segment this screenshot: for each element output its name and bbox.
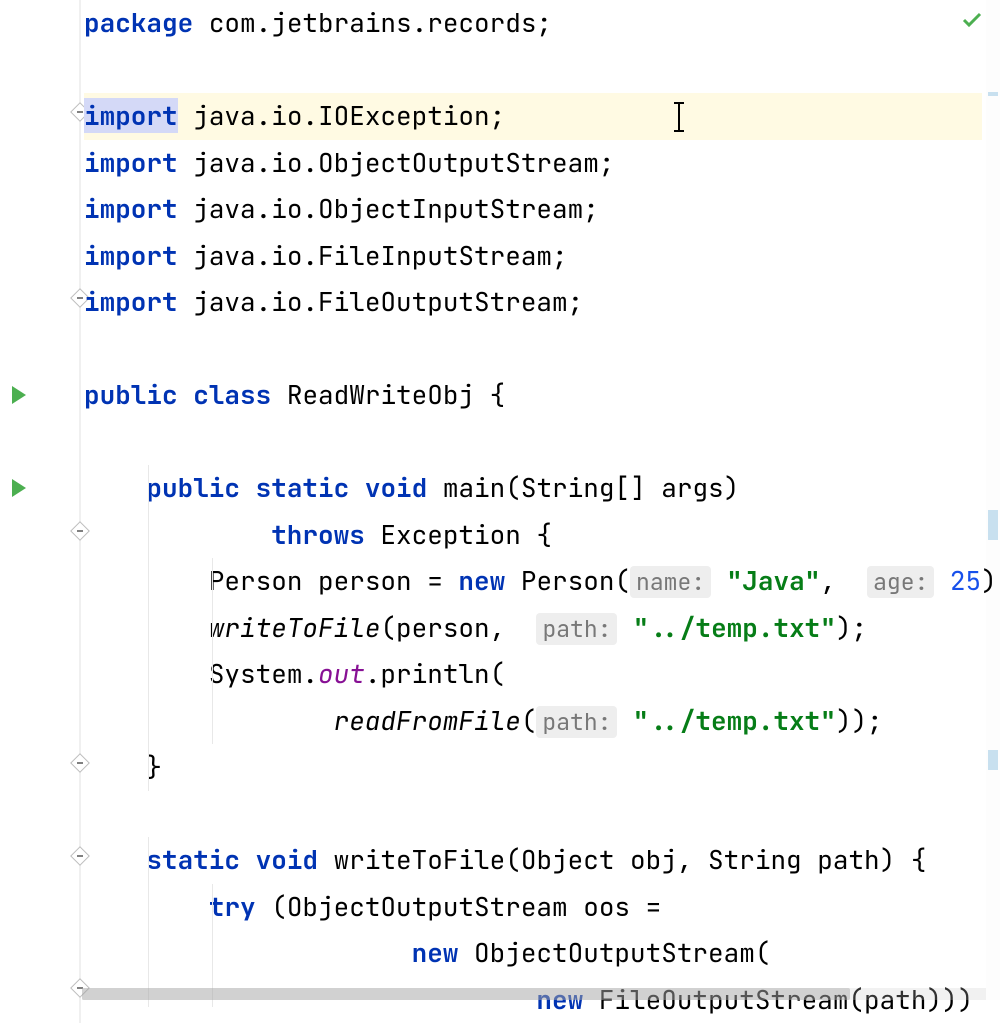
code-line[interactable]: public class ReadWriteObj { [84,372,982,419]
code-line[interactable]: writeToFile(person, path: "../temp.txt")… [84,605,982,652]
string-literal: "Java" [727,563,821,598]
method-main: main(String[] args) [443,470,739,505]
code-line[interactable]: try (ObjectOutputStream oos = [84,884,982,931]
method-call: readFromFile [334,703,521,738]
string-literal: "../temp.txt" [633,610,836,645]
code-line[interactable] [84,791,982,838]
scroll-marker [988,510,998,540]
code-content[interactable]: package com.jetbrains.records; import ja… [84,0,982,1000]
method-call: writeToFile [209,610,381,645]
import-target: java.io.IOException [193,98,489,133]
run-gutter-icon[interactable] [12,386,26,404]
keyword-import: import [84,98,178,133]
parameter-hint: path: [536,706,617,738]
method-decl: writeToFile(Object obj, String path) { [334,842,927,877]
class-name: ReadWriteObj [287,377,474,412]
scrollbar-horizontal[interactable] [82,988,986,1000]
parameter-hint: path: [536,613,617,645]
scroll-marker [988,92,998,96]
keyword-package: package [84,5,193,40]
code-line[interactable]: Person person = new Person(name: "Java",… [84,558,982,605]
code-line[interactable]: import java.io.ObjectInputStream; [84,186,982,233]
code-line[interactable]: public static void main(String[] args) [84,465,982,512]
scrollbar-thumb[interactable] [82,988,850,1000]
code-line[interactable]: static void writeToFile(Object obj, Stri… [84,837,982,884]
text-caret [678,102,680,132]
code-line[interactable]: import java.io.ObjectOutputStream; [84,140,982,187]
code-line[interactable]: package com.jetbrains.records; [84,0,982,47]
field-ref: out [318,656,365,691]
code-line[interactable]: System.out.println( [84,651,982,698]
code-line[interactable]: readFromFile(path: "../temp.txt")); [84,698,982,745]
parameter-hint: age: [867,566,934,598]
code-line[interactable]: import java.io.FileInputStream; [84,233,982,280]
scrollbar-vertical[interactable] [986,0,1000,1000]
string-literal: "../temp.txt" [633,703,836,738]
parameter-hint: name: [630,566,711,598]
number-literal: 25 [950,563,981,598]
run-gutter-icon[interactable] [12,479,26,497]
code-line[interactable] [84,47,982,94]
package-name: com.jetbrains.records [209,5,537,40]
code-line[interactable] [84,419,982,466]
code-line[interactable]: import java.io.FileOutputStream; [84,279,982,326]
scroll-marker [988,750,998,770]
code-editor[interactable]: package com.jetbrains.records; import ja… [0,0,1000,1000]
code-line[interactable]: } [84,744,982,791]
code-line[interactable]: throws Exception { [84,512,982,559]
code-line-current[interactable]: import java.io.IOException; [84,93,982,140]
code-line[interactable]: new ObjectOutputStream( [84,930,982,977]
code-line[interactable] [84,326,982,373]
editor-gutter[interactable] [0,0,82,1000]
